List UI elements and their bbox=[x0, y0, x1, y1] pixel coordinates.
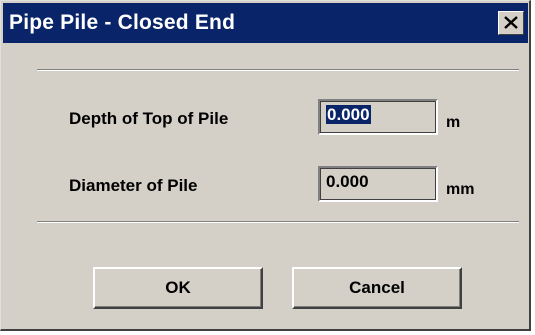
close-button[interactable] bbox=[498, 11, 524, 35]
depth-label: Depth of Top of Pile bbox=[69, 109, 229, 128]
close-icon bbox=[504, 16, 518, 29]
diameter-field[interactable]: 0.000 bbox=[318, 166, 438, 202]
diameter-label: Diameter of Pile bbox=[69, 176, 198, 195]
depth-value: 0.000 bbox=[326, 105, 371, 124]
window-title: Pipe Pile - Closed End bbox=[9, 11, 236, 34]
top-separator bbox=[37, 69, 519, 71]
ok-button[interactable]: OK bbox=[93, 267, 263, 309]
pipe-pile-dialog: Pipe Pile - Closed End Depth of Top of P… bbox=[0, 0, 531, 331]
bottom-separator bbox=[37, 221, 519, 223]
depth-unit: m bbox=[446, 114, 461, 131]
diameter-unit: mm bbox=[446, 181, 475, 198]
depth-field[interactable]: 0.000 bbox=[318, 99, 438, 135]
title-bar[interactable]: Pipe Pile - Closed End bbox=[3, 3, 528, 43]
cancel-button[interactable]: Cancel bbox=[292, 267, 462, 309]
diameter-value: 0.000 bbox=[326, 172, 369, 191]
